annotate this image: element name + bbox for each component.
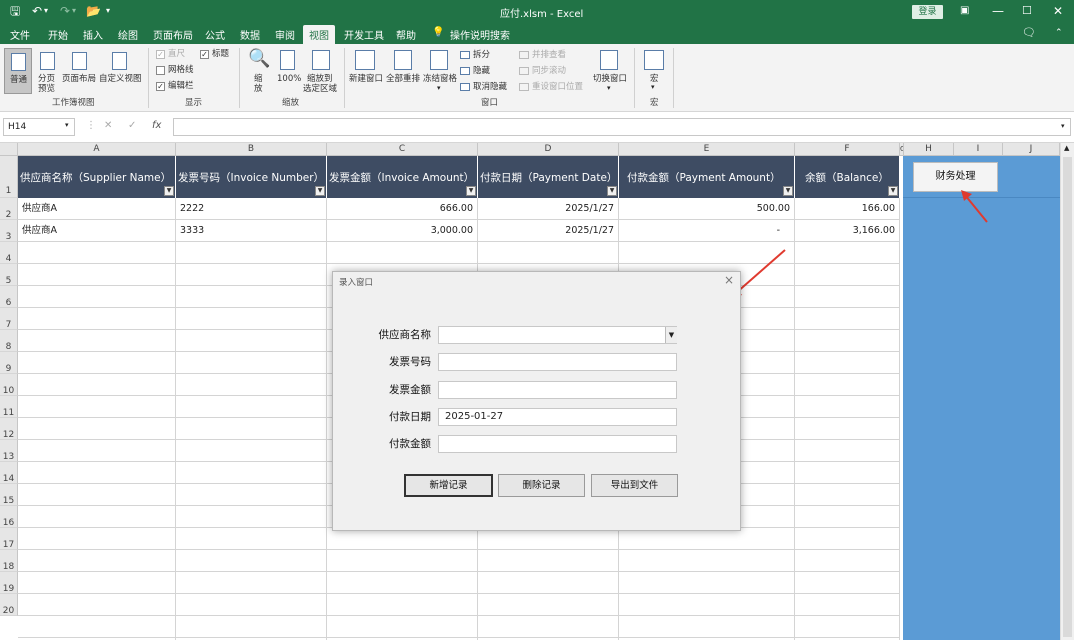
invoice-number-label: 发票号码 <box>389 356 431 368</box>
delete-record-button[interactable]: 删除记录 <box>498 474 585 497</box>
add-record-button[interactable]: 新增记录 <box>404 474 493 497</box>
payment-amount-label: 付款金额 <box>389 438 431 450</box>
supplier-name-combobox[interactable] <box>438 326 677 344</box>
arrow-line <box>735 249 786 294</box>
invoice-number-input[interactable] <box>438 353 677 371</box>
supplier-dropdown-icon[interactable]: ▼ <box>665 327 677 343</box>
export-to-file-button[interactable]: 导出到文件 <box>591 474 678 497</box>
arrow-line <box>964 194 988 223</box>
entry-dialog: 录入窗口 × 供应商名称 ▼ 发票号码 发票金额 付款日期 2025-01-27… <box>332 271 741 531</box>
arrow-head <box>961 190 972 201</box>
payment-date-label: 付款日期 <box>389 411 431 423</box>
invoice-amount-label: 发票金额 <box>389 384 431 396</box>
dialog-title: 录入窗口 <box>339 278 374 288</box>
invoice-amount-input[interactable] <box>438 381 677 399</box>
payment-date-input[interactable]: 2025-01-27 <box>438 408 677 426</box>
supplier-name-label: 供应商名称 <box>378 329 432 341</box>
payment-amount-input[interactable] <box>438 435 677 453</box>
dialog-close-icon[interactable]: × <box>724 273 734 287</box>
